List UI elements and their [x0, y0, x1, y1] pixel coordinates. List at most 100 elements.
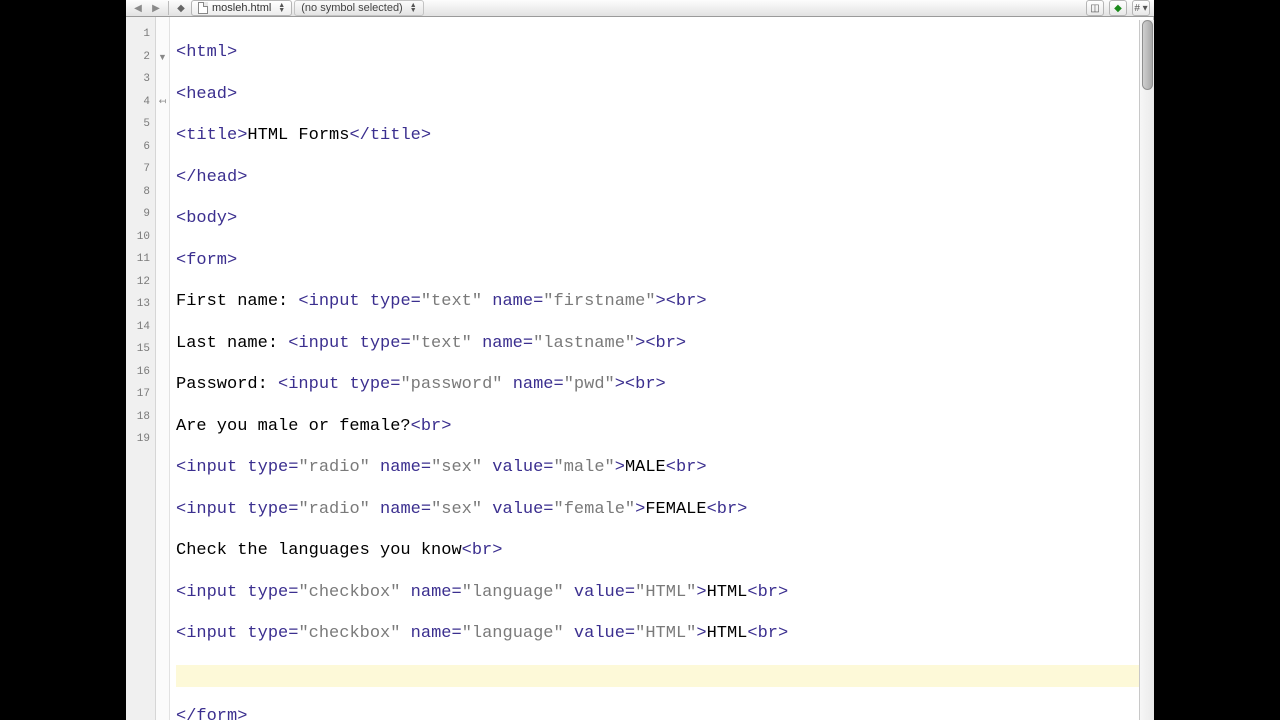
- editor-area: 1 2 3 4 5 6 7 8 9 10 11 12 13 14 15 16 1…: [126, 17, 1154, 720]
- value-token: "sex": [431, 458, 482, 477]
- attr-token: type=: [349, 375, 400, 394]
- value-token: "HTML": [635, 583, 696, 602]
- attr-token: type=: [360, 334, 411, 353]
- value-token: "female": [554, 500, 636, 519]
- attr-token: value=: [564, 624, 635, 643]
- line-number: 11: [126, 248, 155, 271]
- fold-marker: ↤: [156, 91, 169, 114]
- attr-token: name=: [482, 292, 543, 311]
- code-line: <head>: [176, 84, 1153, 107]
- line-number: 2: [126, 46, 155, 69]
- value-token: "radio": [298, 458, 369, 477]
- nav-back-button[interactable]: ◀: [130, 0, 146, 16]
- text-token: Are you male or female?: [176, 417, 411, 436]
- attr-token: name=: [472, 334, 533, 353]
- tag-token: <input: [288, 334, 359, 353]
- tag-token: <html>: [176, 43, 237, 62]
- text-token: HTML Forms: [247, 126, 349, 145]
- tag-token: <input: [176, 500, 247, 519]
- value-token: "sex": [431, 500, 482, 519]
- tag-token: <body>: [176, 209, 237, 228]
- code-line: <input type="checkbox" name="language" v…: [176, 623, 1153, 646]
- vertical-scrollbar[interactable]: [1139, 20, 1154, 720]
- tag-token: <input: [176, 624, 247, 643]
- value-token: "checkbox": [298, 583, 400, 602]
- hash-menu-button[interactable]: # ▾: [1132, 0, 1150, 16]
- line-number: 5: [126, 113, 155, 136]
- code-line: <title>HTML Forms</title>: [176, 125, 1153, 148]
- code-line: Check the languages you know<br>: [176, 540, 1153, 563]
- tag-token: <input: [298, 292, 369, 311]
- text-token: Password:: [176, 375, 278, 394]
- tag-token: ><br>: [615, 375, 666, 394]
- split-view-button[interactable]: ◫: [1086, 0, 1104, 16]
- editor-window: ◀ ▶ ◆ mosleh.html ▲▼ (no symbol selected…: [126, 0, 1154, 720]
- scrollbar-thumb[interactable]: [1142, 20, 1153, 90]
- popup-arrows-icon: ▲▼: [410, 3, 417, 13]
- tag-token: <input: [278, 375, 349, 394]
- nav-forward-button[interactable]: ▶: [148, 0, 164, 16]
- text-token: FEMALE: [645, 500, 706, 519]
- value-token: "checkbox": [298, 624, 400, 643]
- tag-token: >: [696, 624, 706, 643]
- fold-gutter: ▼ ↤: [156, 17, 170, 720]
- line-number-gutter: 1 2 3 4 5 6 7 8 9 10 11 12 13 14 15 16 1…: [126, 17, 156, 720]
- line-number: 19: [126, 428, 155, 451]
- text-token: HTML: [707, 583, 748, 602]
- text-token: Check the languages you know: [176, 541, 462, 560]
- value-token: "firstname": [543, 292, 655, 311]
- code-line: <form>: [176, 250, 1153, 273]
- tag-token: >: [696, 583, 706, 602]
- value-token: "HTML": [635, 624, 696, 643]
- tag-token: <br>: [747, 624, 788, 643]
- file-selector[interactable]: mosleh.html ▲▼: [191, 0, 292, 16]
- value-token: "male": [554, 458, 615, 477]
- line-number: 17: [126, 383, 155, 406]
- recent-files-button[interactable]: ◆: [173, 0, 189, 16]
- line-number: 3: [126, 68, 155, 91]
- value-token: "lastname": [533, 334, 635, 353]
- code-line-current: [176, 665, 1153, 688]
- code-line: <body>: [176, 208, 1153, 231]
- attr-token: value=: [564, 583, 635, 602]
- line-number: 6: [126, 136, 155, 159]
- counterpart-button[interactable]: ◆: [1109, 0, 1127, 16]
- tag-token: <br>: [411, 417, 452, 436]
- line-number: 16: [126, 361, 155, 384]
- code-line: <html>: [176, 42, 1153, 65]
- fold-cell: [156, 68, 169, 91]
- code-line: Are you male or female?<br>: [176, 416, 1153, 439]
- tag-token: <br>: [747, 583, 788, 602]
- tag-token: <head>: [176, 85, 237, 104]
- code-editor[interactable]: <html> <head> <title>HTML Forms</title> …: [170, 17, 1153, 720]
- value-token: "pwd": [564, 375, 615, 394]
- line-number: 4: [126, 91, 155, 114]
- symbol-selector[interactable]: (no symbol selected) ▲▼: [294, 0, 423, 16]
- code-line: Password: <input type="password" name="p…: [176, 374, 1153, 397]
- popup-arrows-icon: ▲▼: [278, 3, 285, 13]
- attr-token: name=: [400, 583, 461, 602]
- tag-token: <br>: [666, 458, 707, 477]
- line-number: 18: [126, 406, 155, 429]
- text-token: First name:: [176, 292, 298, 311]
- value-token: "text": [421, 292, 482, 311]
- line-number: 10: [126, 226, 155, 249]
- navigation-toolbar: ◀ ▶ ◆ mosleh.html ▲▼ (no symbol selected…: [126, 0, 1154, 17]
- fold-toggle[interactable]: ▼: [156, 46, 169, 69]
- tag-token: </title>: [349, 126, 431, 145]
- line-number: 14: [126, 316, 155, 339]
- line-number: 12: [126, 271, 155, 294]
- attr-token: name=: [370, 500, 431, 519]
- code-line: <input type="radio" name="sex" value="ma…: [176, 457, 1153, 480]
- line-number: 8: [126, 181, 155, 204]
- code-line: </head>: [176, 167, 1153, 190]
- attr-token: type=: [247, 458, 298, 477]
- attr-token: name=: [370, 458, 431, 477]
- file-icon: [198, 2, 208, 14]
- code-line: First name: <input type="text" name="fir…: [176, 291, 1153, 314]
- value-token: "language": [462, 624, 564, 643]
- line-number: 7: [126, 158, 155, 181]
- attr-token: type=: [247, 624, 298, 643]
- tag-token: <input: [176, 458, 247, 477]
- line-number: 13: [126, 293, 155, 316]
